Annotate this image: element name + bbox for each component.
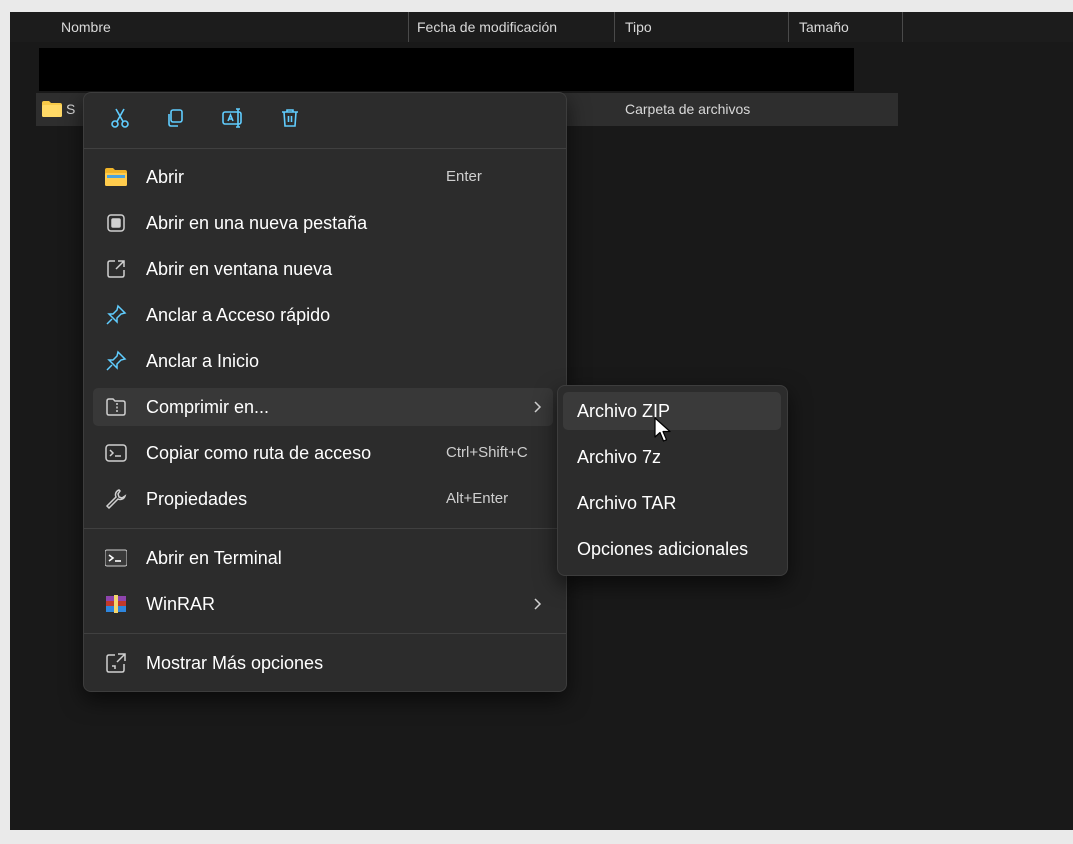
column-header-type[interactable]: Tipo xyxy=(625,12,652,42)
terminal-icon xyxy=(105,548,127,568)
menu-item-label: Abrir en una nueva pestaña xyxy=(146,213,368,233)
copy-path-icon xyxy=(105,443,127,463)
pin-icon xyxy=(105,304,127,325)
column-header-name[interactable]: Nombre xyxy=(61,12,111,42)
pin-icon xyxy=(105,350,127,371)
submenu-item-label: Archivo TAR xyxy=(577,493,677,513)
menu-item-pin-start[interactable]: Anclar a Inicio xyxy=(93,342,553,380)
menu-separator xyxy=(84,633,566,634)
submenu-item-additional-options[interactable]: Opciones adicionales xyxy=(563,530,781,568)
menu-item-shortcut: Alt+Enter xyxy=(446,490,509,507)
redacted-area xyxy=(39,48,854,91)
column-divider[interactable] xyxy=(902,12,903,42)
menu-item-properties[interactable]: Propiedades Alt+Enter xyxy=(93,480,553,518)
menu-item-show-more-options[interactable]: Mostrar Más opciones xyxy=(93,644,553,682)
menu-item-label: Anclar a Acceso rápido xyxy=(146,305,331,325)
submenu-item-tar[interactable]: Archivo TAR xyxy=(563,484,781,522)
menu-item-label: Mostrar Más opciones xyxy=(146,653,324,673)
mouse-cursor-icon xyxy=(654,417,672,443)
column-header-modified[interactable]: Fecha de modificación xyxy=(417,12,557,42)
file-type: Carpeta de archivos xyxy=(625,101,751,117)
menu-item-label: Comprimir en... xyxy=(146,397,270,417)
more-options-icon xyxy=(105,653,127,673)
menu-item-open-terminal[interactable]: Abrir en Terminal xyxy=(93,539,553,577)
column-divider[interactable] xyxy=(788,12,789,42)
column-header-size[interactable]: Tamaño xyxy=(799,12,849,42)
menu-item-label: Propiedades xyxy=(146,489,248,509)
new-window-icon xyxy=(105,259,127,279)
menu-separator xyxy=(84,528,566,529)
submenu-item-zip[interactable]: Archivo ZIP xyxy=(563,392,781,430)
column-divider[interactable] xyxy=(614,12,615,42)
submenu-item-label: Archivo 7z xyxy=(577,447,662,467)
winrar-icon xyxy=(105,594,127,614)
new-tab-icon xyxy=(105,213,127,233)
menu-item-copy-path[interactable]: Copiar como ruta de acceso Ctrl+Shift+C xyxy=(93,434,553,472)
chevron-right-icon xyxy=(529,596,545,612)
menu-item-abrir[interactable]: Abrir Enter xyxy=(93,158,553,196)
menu-item-label: Abrir en ventana nueva xyxy=(146,259,333,279)
compress-submenu: Archivo ZIP Archivo 7z Archivo TAR Opcio… xyxy=(557,385,788,576)
menu-item-compress[interactable]: Comprimir en... xyxy=(93,388,553,426)
wrench-icon xyxy=(105,489,127,510)
menu-item-shortcut: Enter xyxy=(446,168,482,185)
submenu-item-7z[interactable]: Archivo 7z xyxy=(563,438,781,476)
copy-icon[interactable] xyxy=(158,101,192,135)
menu-item-open-new-tab[interactable]: Abrir en una nueva pestaña xyxy=(93,204,553,242)
folder-icon xyxy=(42,101,62,117)
menu-item-label: Abrir en Terminal xyxy=(146,548,282,568)
folder-icon xyxy=(105,167,127,187)
menu-item-pin-quick-access[interactable]: Anclar a Acceso rápido xyxy=(93,296,553,334)
delete-icon[interactable] xyxy=(273,101,307,135)
menu-item-label: Copiar como ruta de acceso xyxy=(146,443,372,463)
column-divider[interactable] xyxy=(408,12,409,42)
file-name-fragment: S xyxy=(66,101,76,117)
cut-icon[interactable] xyxy=(103,101,137,135)
menu-item-winrar[interactable]: WinRAR xyxy=(93,585,553,623)
menu-item-open-new-window[interactable]: Abrir en ventana nueva xyxy=(93,250,553,288)
menu-item-shortcut: Ctrl+Shift+C xyxy=(446,444,528,461)
context-menu: Abrir Enter Abrir en una nueva pestaña A… xyxy=(83,92,567,692)
menu-item-label: Anclar a Inicio xyxy=(146,351,260,371)
submenu-item-label: Opciones adicionales xyxy=(577,539,749,559)
chevron-right-icon xyxy=(529,399,545,415)
column-header-bar: Nombre Fecha de modificación Tipo Tamaño xyxy=(10,12,1073,42)
menu-item-label: Abrir xyxy=(146,167,185,187)
menu-separator xyxy=(84,148,566,149)
compress-icon xyxy=(105,397,127,417)
menu-item-label: WinRAR xyxy=(146,594,216,614)
rename-icon[interactable] xyxy=(216,101,250,135)
